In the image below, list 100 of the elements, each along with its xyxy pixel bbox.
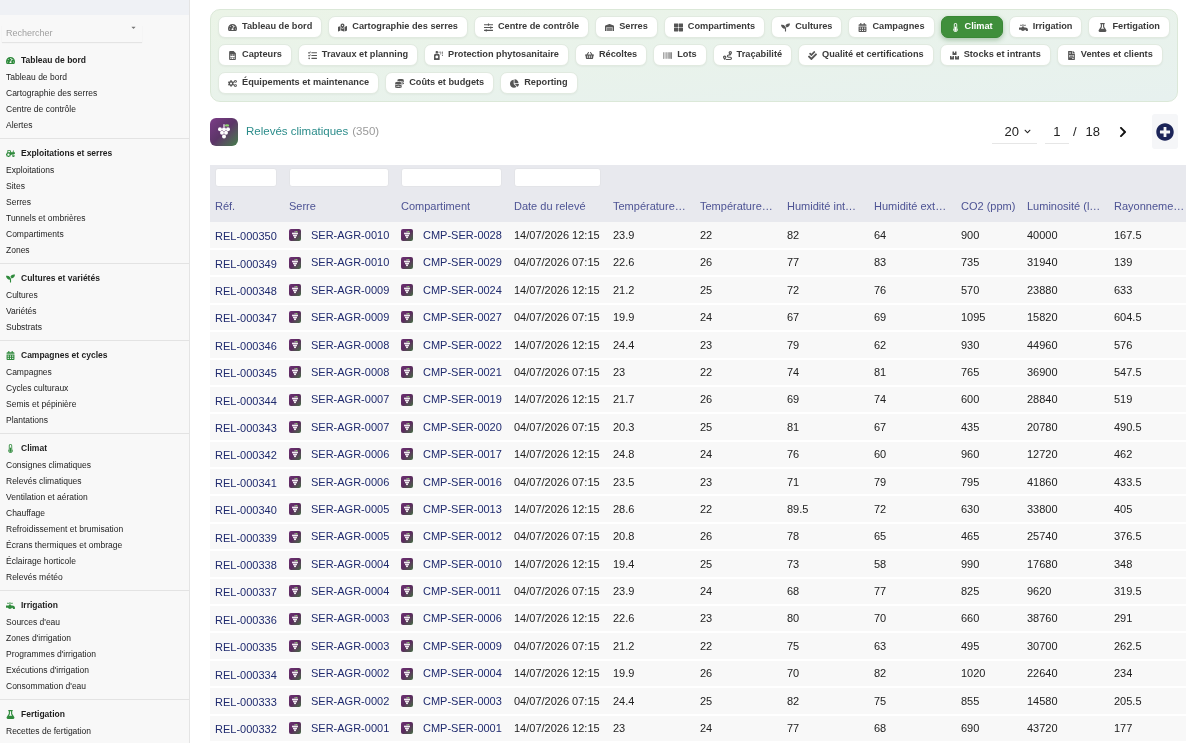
compartment-link[interactable]: CMP-SER-0027	[423, 309, 502, 326]
record-link[interactable]: REL-000334	[215, 668, 277, 681]
greenhouse-link[interactable]: SER-AGR-0008	[311, 336, 390, 354]
sidebar-item[interactable]: Refroidissement et brumisation	[6, 521, 183, 537]
record-link[interactable]: REL-000350	[215, 229, 277, 242]
sidebar-item[interactable]: Tableau de bord	[6, 69, 183, 85]
compartment-link[interactable]: CMP-SER-0009	[423, 637, 502, 655]
nav-tab[interactable]: Tableau de bord	[218, 16, 323, 38]
compartment-link[interactable]: CMP-SER-0022	[423, 336, 502, 354]
sidebar-item[interactable]: Alertes	[6, 117, 183, 133]
sidebar-item[interactable]: Campagnes	[6, 364, 183, 380]
compartment-link[interactable]: CMP-SER-0003	[423, 692, 502, 710]
sidebar-item[interactable]: Ventilation et aération	[6, 489, 183, 505]
add-button[interactable]	[1152, 114, 1178, 150]
nav-tab[interactable]: Cultures	[771, 16, 843, 38]
compartment-link[interactable]: CMP-SER-0012	[423, 528, 502, 545]
sidebar-item[interactable]: Consommation d'eau	[6, 678, 183, 694]
page-size-select[interactable]: 20	[991, 119, 1037, 144]
sidebar-item[interactable]: Cycles culturaux	[6, 380, 183, 396]
filter-field[interactable]	[289, 167, 389, 187]
nav-tab[interactable]: Irrigation	[1008, 16, 1083, 38]
record-link[interactable]: REL-000339	[215, 531, 277, 544]
compartment-link[interactable]: CMP-SER-0013	[423, 500, 502, 518]
sidebar-item[interactable]: Écrans thermiques et ombrage	[6, 537, 183, 553]
greenhouse-link[interactable]: SER-AGR-0010	[311, 254, 390, 271]
greenhouse-link[interactable]: SER-AGR-0002	[311, 692, 390, 710]
sidebar-item[interactable]: Compartiments	[6, 226, 183, 242]
sidebar-item[interactable]: Centre de contrôle	[6, 101, 183, 117]
sidebar-item[interactable]: Tunnels et ombrières	[6, 210, 183, 226]
compartment-link[interactable]: CMP-SER-0011	[423, 583, 502, 600]
sidebar-item[interactable]: Cultures	[6, 287, 183, 303]
nav-tab[interactable]: Compartiments	[663, 16, 766, 38]
record-link[interactable]: REL-000336	[215, 613, 277, 626]
compartment-link[interactable]: CMP-SER-0004	[423, 665, 502, 682]
filter-field[interactable]	[401, 167, 502, 187]
greenhouse-link[interactable]: SER-AGR-0004	[311, 583, 390, 600]
nav-tab[interactable]: Travaux et planning	[297, 44, 419, 66]
greenhouse-link[interactable]: SER-AGR-0002	[311, 665, 390, 682]
nav-tab[interactable]: Centre de contrôle	[474, 16, 590, 38]
page-input[interactable]: 1	[1044, 119, 1069, 144]
sidebar-item[interactable]: Sources d'eau	[6, 614, 183, 630]
record-link[interactable]: REL-000332	[215, 723, 277, 736]
greenhouse-link[interactable]: SER-AGR-0003	[311, 637, 390, 655]
greenhouse-link[interactable]: SER-AGR-0006	[311, 446, 390, 463]
greenhouse-link[interactable]: SER-AGR-0006	[311, 473, 390, 491]
nav-tab[interactable]: Équipements et maintenance	[218, 72, 380, 94]
compartment-link[interactable]: CMP-SER-0019	[423, 391, 502, 408]
record-link[interactable]: REL-000338	[215, 558, 277, 571]
compartment-link[interactable]: CMP-SER-0017	[423, 446, 502, 463]
nav-tab[interactable]: Cartographie des serres	[328, 16, 468, 38]
sidebar-item[interactable]: Zones d'irrigation	[6, 630, 183, 646]
sidebar-item[interactable]: Consignes climatiques	[6, 457, 183, 473]
record-link[interactable]: REL-000337	[215, 586, 277, 599]
nav-tab[interactable]: Récoltes	[574, 44, 648, 66]
greenhouse-link[interactable]: SER-AGR-0003	[311, 610, 390, 627]
greenhouse-link[interactable]: SER-AGR-0010	[311, 226, 390, 243]
nav-tab[interactable]: Stocks et intrants	[939, 44, 1051, 66]
sidebar-item[interactable]: Relevés climatiques	[6, 473, 183, 489]
record-link[interactable]: REL-000346	[215, 339, 277, 352]
compartment-link[interactable]: CMP-SER-0024	[423, 281, 502, 299]
sidebar-item[interactable]: Zones	[6, 242, 183, 258]
sidebar-item[interactable]: Exploitations	[6, 162, 183, 178]
record-link[interactable]: REL-000343	[215, 422, 277, 434]
nav-tab[interactable]: Fertigation	[1088, 16, 1170, 38]
nav-tab[interactable]: Traçabilité	[712, 44, 793, 66]
greenhouse-link[interactable]: SER-AGR-0009	[311, 281, 390, 299]
nav-tab[interactable]: Serres	[595, 16, 658, 38]
record-link[interactable]: REL-000340	[215, 504, 277, 517]
sidebar-item[interactable]: Cartographie des serres	[6, 85, 183, 101]
sidebar-item[interactable]: Sites	[6, 178, 183, 194]
record-link[interactable]: REL-000349	[215, 257, 277, 270]
record-link[interactable]: REL-000347	[215, 312, 277, 325]
nav-tab[interactable]: Lots	[653, 44, 707, 66]
record-link[interactable]: REL-000344	[215, 394, 277, 407]
greenhouse-link[interactable]: SER-AGR-0009	[311, 309, 390, 326]
record-link[interactable]: REL-000345	[215, 367, 277, 380]
greenhouse-link[interactable]: SER-AGR-0005	[311, 500, 390, 518]
nav-tab[interactable]: Protection phytosanitaire	[424, 44, 569, 66]
greenhouse-link[interactable]: SER-AGR-0001	[311, 720, 390, 737]
sidebar-item[interactable]: Exécutions d'irrigation	[6, 662, 183, 678]
record-link[interactable]: REL-000348	[215, 285, 277, 298]
greenhouse-link[interactable]: SER-AGR-0008	[311, 363, 390, 381]
sidebar-item[interactable]: Relevés météo	[6, 569, 183, 585]
nav-tab[interactable]: Reporting	[500, 72, 578, 94]
sidebar-item[interactable]: Semis et pépinière	[6, 396, 183, 412]
record-link[interactable]: REL-000341	[215, 476, 277, 489]
sidebar-item[interactable]: Substrats	[6, 319, 183, 335]
record-link[interactable]: REL-000342	[215, 449, 277, 462]
compartment-link[interactable]: CMP-SER-0006	[423, 610, 502, 627]
compartment-link[interactable]: CMP-SER-0001	[423, 720, 502, 737]
greenhouse-link[interactable]: SER-AGR-0007	[311, 418, 390, 436]
sidebar-item[interactable]: Variétés	[6, 303, 183, 319]
compartment-link[interactable]: CMP-SER-0021	[423, 363, 502, 381]
nav-tab[interactable]: Capteurs	[218, 44, 292, 66]
nav-tab[interactable]: Ventes et clients	[1056, 44, 1163, 66]
compartment-link[interactable]: CMP-SER-0028	[423, 226, 502, 243]
compartment-link[interactable]: CMP-SER-0029	[423, 254, 502, 271]
search-field[interactable]: Rechercher	[2, 24, 142, 42]
sidebar-item[interactable]: Plantations	[6, 412, 183, 428]
sidebar-item[interactable]: Serres	[6, 194, 183, 210]
